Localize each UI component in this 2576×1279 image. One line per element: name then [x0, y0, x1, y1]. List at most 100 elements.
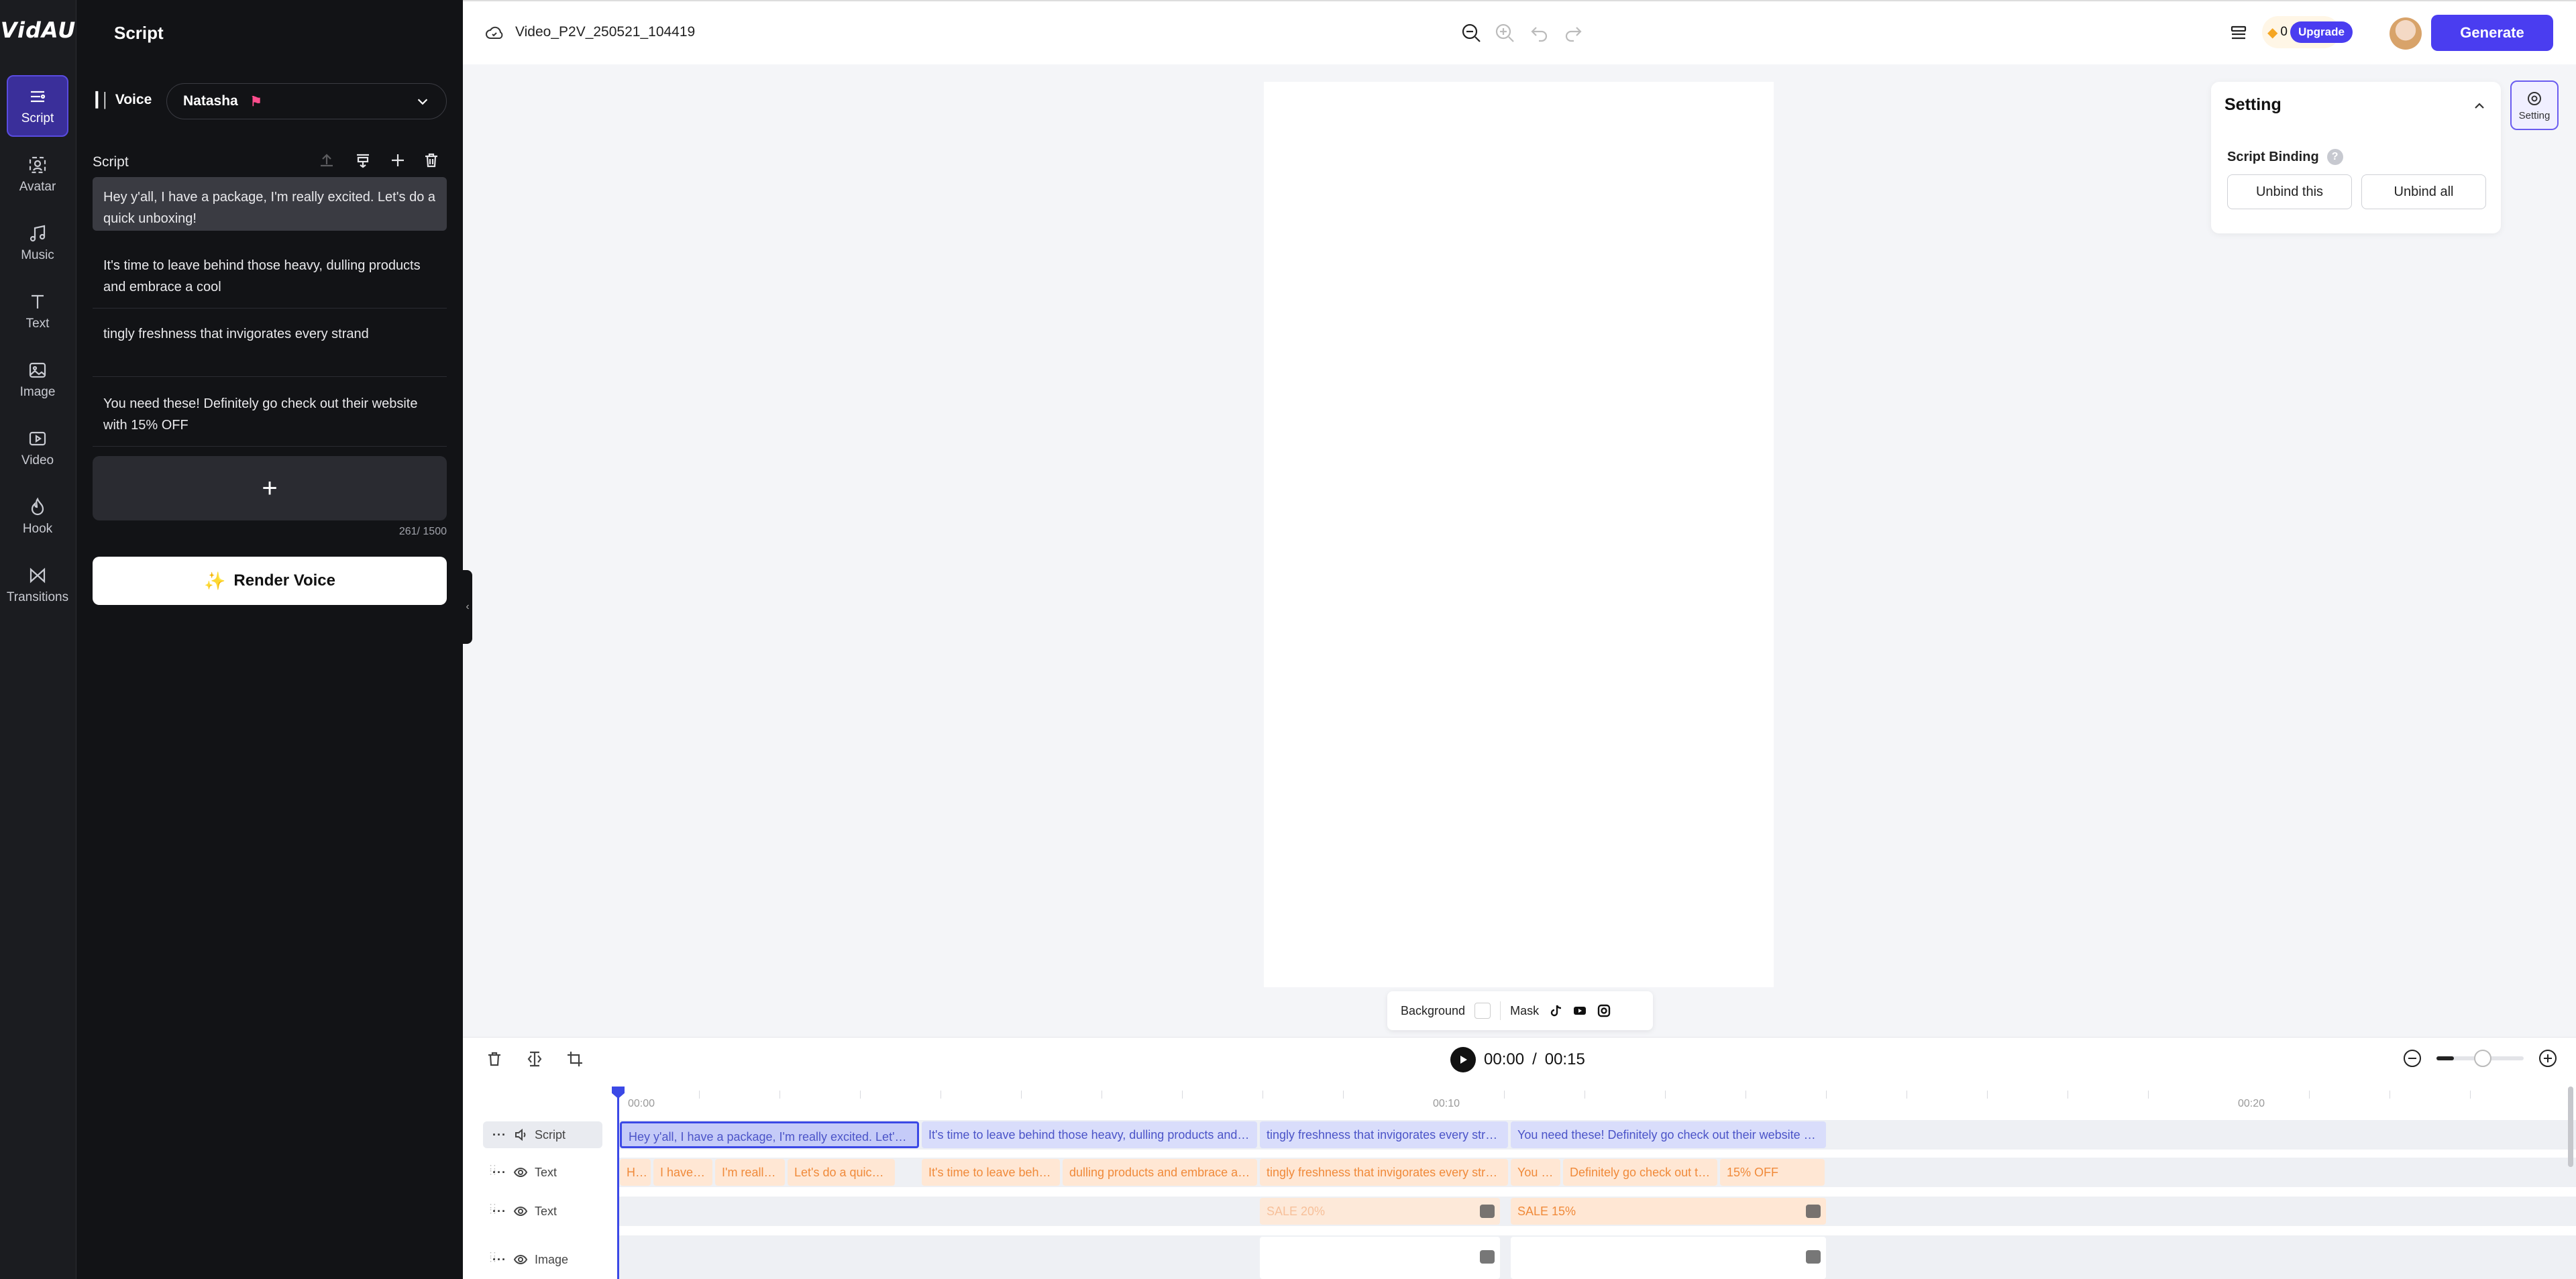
background-label: Background [1401, 1003, 1466, 1017]
total-time: 00:15 [1544, 1050, 1585, 1068]
split-icon[interactable] [352, 149, 374, 172]
ruler-tick [2470, 1091, 2471, 1099]
ruler-tick [1665, 1091, 1666, 1099]
voice-name: Natasha [183, 93, 238, 109]
crop-icon[interactable] [565, 1049, 586, 1070]
nav-item-video[interactable]: Video [7, 417, 68, 479]
delete-icon[interactable] [420, 149, 443, 172]
script-segment[interactable]: You need these! Definitely go check out … [93, 384, 447, 447]
credits-count: 0 [2280, 25, 2288, 39]
ruler-tick [1182, 1091, 1183, 1099]
text-clip[interactable]: You need these! [1511, 1159, 1560, 1186]
unbind-all-button[interactable]: Unbind all [2361, 174, 2486, 209]
zoom-slider-knob[interactable] [2474, 1050, 2491, 1067]
zoom-in-circle-icon[interactable] [2537, 1048, 2559, 1069]
video-canvas[interactable] [1264, 82, 1774, 987]
eye-icon[interactable] [513, 1252, 528, 1267]
eye-icon[interactable] [513, 1204, 528, 1219]
text-clip[interactable]: dulling products and embrace a cool [1063, 1159, 1257, 1186]
text-clip[interactable]: It's time to leave behind those heavy, [922, 1159, 1060, 1186]
tiktok-icon[interactable] [1548, 1003, 1563, 1018]
text-clip[interactable]: tingly freshness that invigorates every … [1260, 1159, 1508, 1186]
eye-icon[interactable] [513, 1165, 528, 1180]
text-clip[interactable]: Let's do a quick unboxing! [788, 1159, 895, 1186]
nav-item-label: Image [19, 385, 56, 399]
nav-item-label: Music [21, 248, 54, 262]
track-label-image[interactable]: ··· Image [483, 1246, 602, 1273]
ruler-tick [2309, 1091, 2310, 1099]
script-segment[interactable]: Hey y'all, I have a package, I'm really … [93, 177, 447, 231]
more-icon[interactable]: ··· [492, 1166, 506, 1180]
project-name[interactable]: Video_P2V_250521_104419 [515, 24, 695, 40]
nav-item-label: Script [21, 111, 54, 125]
render-voice-button[interactable]: ✨ Render Voice [93, 557, 447, 605]
add-segment-icon[interactable] [386, 149, 409, 172]
timeline-scrollbar[interactable] [2568, 1087, 2573, 1167]
script-clip[interactable]: You need these! Definitely go check out … [1511, 1121, 1826, 1148]
track-label-text[interactable]: ··· Text [483, 1198, 602, 1225]
zoom-out-icon[interactable] [1460, 21, 1483, 44]
background-color-swatch[interactable] [1474, 1003, 1491, 1019]
more-icon[interactable]: ··· [492, 1205, 506, 1219]
plus-icon: + [262, 473, 278, 503]
script-clip[interactable]: Hey y'all, I have a package, I'm really … [620, 1121, 919, 1148]
instagram-icon[interactable] [1597, 1003, 1611, 1018]
track-label-script[interactable]: ··· Script [483, 1121, 602, 1148]
script-clip[interactable]: It's time to leave behind those heavy, d… [922, 1121, 1257, 1148]
nav-item-script[interactable]: Script [7, 75, 68, 137]
image-icon [29, 362, 46, 378]
image-clip[interactable] [1260, 1237, 1500, 1279]
text-clip[interactable]: I'm really excited. [715, 1159, 785, 1186]
youtube-icon[interactable] [1572, 1003, 1587, 1018]
zoom-out-circle-icon[interactable] [2402, 1048, 2423, 1069]
nav-item-label: Transitions [6, 590, 69, 604]
play-button[interactable] [1450, 1047, 1476, 1072]
text-clip[interactable]: Hey y'all, [620, 1159, 651, 1186]
layers-icon[interactable] [2227, 21, 2250, 44]
more-icon[interactable]: ··· [492, 1128, 506, 1142]
nav-item-hook[interactable]: Hook [7, 486, 68, 547]
playhead[interactable] [617, 1088, 619, 1279]
text-clip[interactable]: I have a package, [653, 1159, 712, 1186]
upload-icon[interactable] [315, 149, 338, 172]
ruler-tick [1021, 1091, 1022, 1099]
playback-controls: 00:00 / 00:15 [1450, 1046, 1585, 1073]
timeline-zoom [2402, 1048, 2559, 1069]
unbind-this-button[interactable]: Unbind this [2227, 174, 2352, 209]
nav-item-text[interactable]: Text [7, 280, 68, 342]
user-avatar[interactable] [2390, 17, 2422, 50]
undo-icon[interactable] [1528, 21, 1551, 44]
script-clip[interactable]: tingly freshness that invigorates every … [1260, 1121, 1508, 1148]
text-clip[interactable]: SALE 20% [1260, 1198, 1500, 1225]
nav-item-transitions[interactable]: Transitions [7, 554, 68, 616]
image-clip[interactable] [1511, 1237, 1826, 1279]
setting-side-tab[interactable]: Setting [2510, 80, 2559, 130]
text-clip[interactable]: SALE 15% [1511, 1198, 1826, 1225]
split-clip-icon[interactable] [525, 1049, 546, 1070]
nav-item-avatar[interactable]: Avatar [7, 144, 68, 205]
avatar-icon [29, 156, 46, 174]
text-clip[interactable]: 15% OFF [1720, 1159, 1825, 1186]
nav-item-image[interactable]: Image [7, 349, 68, 410]
credits-badge[interactable]: ◆ 0 Upgrade [2262, 16, 2353, 48]
timeline-delete-icon[interactable] [484, 1049, 506, 1070]
text-icon [32, 294, 44, 309]
speaker-icon[interactable] [513, 1127, 528, 1142]
text-clip[interactable]: Definitely go check out their website wi… [1563, 1159, 1717, 1186]
help-icon[interactable]: ? [2326, 149, 2343, 165]
nav-item-music[interactable]: Music [7, 212, 68, 274]
script-segment[interactable]: tingly freshness that invigorates every … [93, 314, 447, 377]
track-label-text[interactable]: ··· Text [483, 1159, 602, 1186]
collapse-panel-handle[interactable]: ‹ [463, 570, 472, 644]
redo-icon[interactable] [1562, 21, 1585, 44]
script-segment[interactable]: It's time to leave behind those heavy, d… [93, 245, 447, 309]
panel-title: Script [114, 23, 164, 43]
upgrade-button[interactable]: Upgrade [2290, 21, 2353, 43]
voice-select[interactable]: Natasha ⚑ [166, 83, 447, 119]
zoom-in-icon[interactable] [1493, 21, 1516, 44]
zoom-slider[interactable] [2436, 1050, 2524, 1067]
generate-button[interactable]: Generate [2431, 15, 2553, 51]
chevron-up-icon[interactable] [2471, 98, 2487, 114]
more-icon[interactable]: ··· [492, 1253, 506, 1267]
add-segment-button[interactable]: + [93, 456, 447, 520]
